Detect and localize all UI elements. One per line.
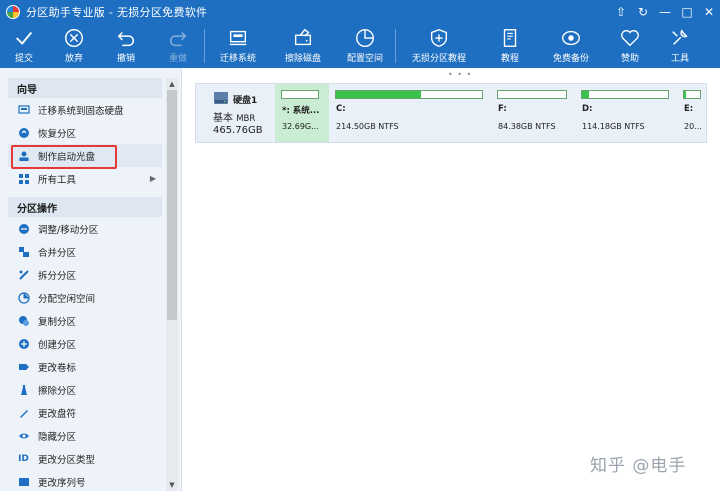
minimize-button[interactable]: — (654, 0, 676, 24)
sidebar-item-create[interactable]: 创建分区 (8, 332, 162, 355)
allocate-free-icon (17, 291, 30, 304)
wipe-disk-button[interactable]: 擦除磁盘 (271, 24, 335, 68)
scroll-up-icon[interactable]: ▲ (166, 78, 178, 90)
usage-bar (581, 90, 669, 99)
sidebar-item-change-serial[interactable]: 更改序列号 (8, 470, 162, 491)
all-tools-icon (17, 172, 30, 185)
sidebar-item-split[interactable]: 拆分分区 (8, 263, 162, 286)
sidebar-item-wipe-partition[interactable]: 擦除分区 (8, 378, 162, 401)
sidebar-item-merge[interactable]: 合并分区 (8, 240, 162, 263)
migrate-os-icon (229, 30, 247, 46)
partition-c[interactable]: C: 214.50GB NTFS (329, 84, 490, 142)
shield-plus-icon (430, 29, 448, 47)
cancel-icon (65, 29, 83, 47)
usage-fill (582, 91, 589, 98)
allocate-space-icon (356, 29, 374, 47)
undo-button[interactable]: 撤销 (100, 24, 152, 68)
partition-d[interactable]: D: 114.18GB NTFS (575, 84, 676, 142)
lossless-tutorial-button[interactable]: 无损分区教程 (396, 24, 482, 68)
chevron-right-icon: ▶ (149, 174, 156, 183)
sponsor-button[interactable]: 赞助 (604, 24, 656, 68)
sidebar-item-copy[interactable]: 复制分区 (8, 309, 162, 332)
wipe-icon (17, 383, 30, 396)
recover-icon (17, 126, 30, 139)
sidebar-item-change-type[interactable]: ID 更改分区类型 (8, 447, 162, 470)
partition-system[interactable]: *: 系统... 32.69G... (275, 84, 329, 142)
id-icon: ID (18, 453, 29, 464)
window-title: 分区助手专业版 - 无损分区免费软件 (26, 6, 208, 19)
hard-disk-icon (214, 92, 228, 104)
refresh-icon[interactable]: ↻ (632, 0, 654, 24)
partition-e[interactable]: E: 20... (677, 84, 707, 142)
partition-f[interactable]: F: 84.38GB NTFS (491, 84, 573, 142)
sidebar-item-resize[interactable]: 调整/移动分区 (8, 217, 162, 240)
merge-icon (17, 245, 30, 258)
disk-info[interactable]: 硬盘1 基本 MBR 465.76GB (196, 84, 276, 142)
tutorial-button[interactable]: 教程 (482, 24, 538, 68)
redo-icon (170, 31, 187, 47)
hide-icon (17, 429, 30, 442)
close-button[interactable]: ✕ (698, 0, 720, 24)
tools-icon (672, 29, 688, 45)
app-logo-icon (6, 5, 20, 19)
discard-button[interactable]: 放弃 (48, 24, 100, 68)
label-icon (17, 360, 30, 373)
sidebar-item-migrate-ssd[interactable]: 迁移系统到固态硬盘 (8, 98, 162, 121)
disk-row[interactable]: 硬盘1 基本 MBR 465.76GB *: 系统... 32.69G... C… (195, 83, 707, 143)
partition-ops-section-header: 分区操作 (8, 197, 162, 217)
drive-letter-icon (17, 406, 30, 419)
usage-fill (336, 91, 421, 98)
migrate-os-button[interactable]: 迁移系统 (205, 24, 271, 68)
sidebar: 向导 迁移系统到固态硬盘 恢复分区 制作启动光盘 所有工具 ▶ 分区操作 调整/… (0, 68, 182, 491)
check-icon (16, 31, 33, 45)
scroll-down-icon[interactable]: ▼ (166, 479, 178, 491)
panel-grip-icon[interactable]: • • • (448, 70, 472, 79)
wizard-section-header: 向导 (8, 78, 162, 98)
free-backup-button[interactable]: 免费备份 (538, 24, 604, 68)
upgrade-icon[interactable]: ⇧ (610, 0, 632, 24)
disk-name: 硬盘1 (233, 96, 258, 106)
highlight-box (11, 145, 117, 169)
tools-button[interactable]: 工具 (656, 24, 704, 68)
commit-button[interactable]: 提交 (0, 24, 48, 68)
sidebar-item-all-tools[interactable]: 所有工具 ▶ (8, 167, 162, 190)
allocate-space-button[interactable]: 配置空间 (335, 24, 395, 68)
sidebar-item-recover-partition[interactable]: 恢复分区 (8, 121, 162, 144)
usage-bar (683, 90, 701, 99)
toolbar: 提交 放弃 撤销 重做 迁移系统 擦除磁盘 配置空间 无损分区教程 教程 免费备… (0, 24, 720, 68)
window-controls: ⇧ ↻ — □ ✕ (610, 0, 720, 24)
serial-icon (17, 475, 30, 488)
sidebar-item-hide-partition[interactable]: 隐藏分区 (8, 424, 162, 447)
disk-size: 465.76GB (213, 125, 263, 136)
disk-map-panel: • • • 硬盘1 基本 MBR 465.76GB *: 系统... 32.69… (183, 68, 720, 491)
backup-icon (562, 30, 580, 46)
redo-button[interactable]: 重做 (152, 24, 204, 68)
undo-icon (117, 31, 134, 47)
resize-icon (17, 222, 30, 235)
sidebar-scrollbar[interactable]: ▲ ▼ (166, 78, 178, 491)
sidebar-item-change-drive-letter[interactable]: 更改盘符 (8, 401, 162, 424)
scrollbar-thumb[interactable] (167, 90, 177, 320)
usage-bar (281, 90, 319, 99)
sidebar-item-change-label[interactable]: 更改卷标 (8, 355, 162, 378)
title-bar: 分区助手专业版 - 无损分区免费软件 ⇧ ↻ — □ ✕ (0, 0, 720, 24)
copy-icon (17, 314, 30, 327)
usage-bar (497, 90, 567, 99)
usage-bar (335, 90, 483, 99)
heart-icon (621, 30, 639, 47)
create-icon (17, 337, 30, 350)
split-icon (17, 268, 30, 281)
tutorial-icon (503, 29, 517, 47)
maximize-button[interactable]: □ (676, 0, 698, 24)
watermark: 知乎 @电手 (590, 456, 687, 476)
migrate-ssd-icon (17, 103, 30, 116)
usage-fill (684, 91, 686, 98)
sidebar-item-allocate-free[interactable]: 分配空闲空间 (8, 286, 162, 309)
disk-type: 基本 MBR (213, 113, 256, 124)
wipe-disk-icon (294, 28, 312, 46)
